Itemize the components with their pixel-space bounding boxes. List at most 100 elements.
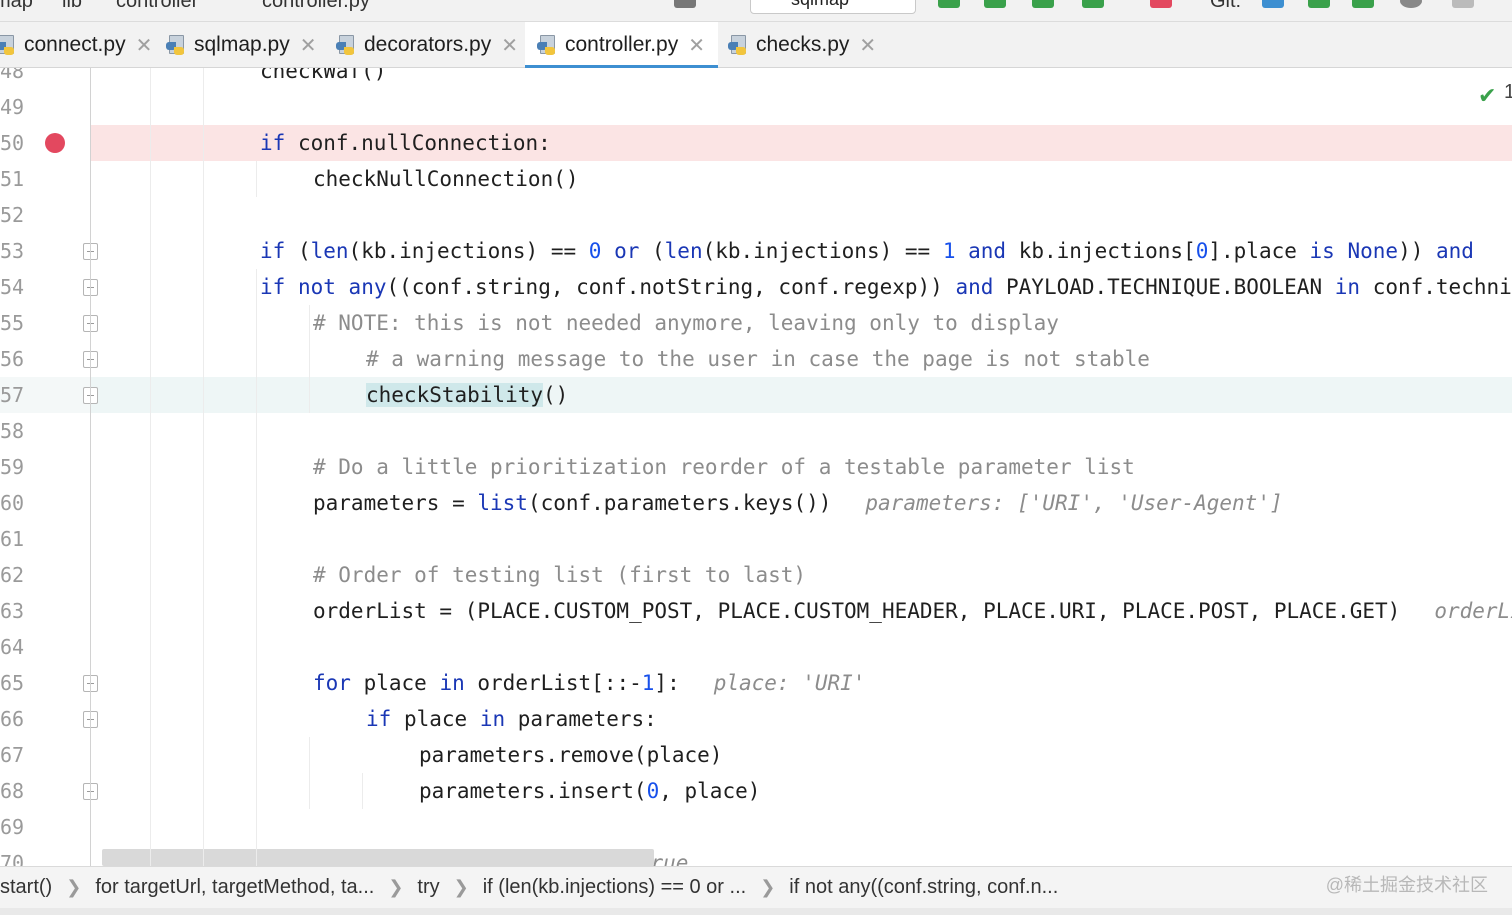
profile-icon[interactable] <box>1082 0 1104 8</box>
line-number: 51 <box>0 167 25 191</box>
tab-checks-py[interactable]: checks.py ✕ <box>728 22 876 68</box>
code-token: parameters: <box>505 707 657 731</box>
code-line[interactable]: 59 # Do a little prioritization reorder o… <box>0 449 1512 485</box>
tab-controller-py[interactable]: controller.py ✕ <box>525 22 718 69</box>
code-token: if <box>366 707 392 731</box>
rollback-icon[interactable] <box>1452 0 1474 8</box>
vcs-label: Git: <box>1210 0 1242 12</box>
hammer-icon[interactable] <box>674 0 696 8</box>
code-line[interactable]: 56 # a warning message to the user in cas… <box>0 341 1512 377</box>
line-number: 67 <box>0 743 25 767</box>
code-line[interactable]: 58 <box>0 413 1512 449</box>
code-token: kb.injections[ <box>1006 239 1196 263</box>
code-token: place <box>391 707 480 731</box>
line-number: 61 <box>0 527 25 551</box>
code-text: if conf.nullConnection: <box>260 125 551 161</box>
code-line[interactable]: 64 <box>0 629 1512 665</box>
code-text: checkWaf() <box>260 68 386 89</box>
code-line[interactable]: 61 <box>0 521 1512 557</box>
nav-crumb-project[interactable]: map <box>0 0 33 13</box>
code-token: ( <box>639 239 665 263</box>
breadcrumb-if-not-any[interactable]: if not any((conf.string, conf.n... <box>789 876 1058 899</box>
nav-crumb-controller[interactable]: controller <box>116 0 198 13</box>
code-line[interactable]: 63 orderList = (PLACE.CUSTOM_POST, PLACE.… <box>0 593 1512 629</box>
code-line[interactable]: 49 <box>0 89 1512 125</box>
close-icon[interactable]: ✕ <box>859 33 876 58</box>
code-line[interactable]: 69 <box>0 809 1512 845</box>
code-line[interactable]: 50 if conf.nullConnection: <box>0 125 1512 161</box>
horizontal-scrollbar[interactable] <box>102 849 654 866</box>
breadcrumb-try[interactable]: try <box>417 876 439 899</box>
code-token: # Do a little prioritization reorder of … <box>313 455 1135 479</box>
code-token: len <box>664 239 703 263</box>
vcs-update-icon[interactable] <box>1262 0 1284 8</box>
line-number: 49 <box>0 95 25 119</box>
close-icon[interactable]: ✕ <box>136 33 153 58</box>
code-text: if place in parameters: <box>366 701 657 737</box>
code-editor[interactable]: 70proceed = Trueproceed: True6968paramet… <box>0 68 1512 866</box>
line-number: 54 <box>0 275 25 299</box>
code-token: is <box>1309 239 1335 263</box>
code-line[interactable]: 51 checkNullConnection() <box>0 161 1512 197</box>
code-token: for <box>313 671 351 695</box>
code-text: parameters.insert(0, place) <box>419 773 760 809</box>
code-line[interactable]: 53 if (len(kb.injections) == 0 or (len(kb… <box>0 233 1512 269</box>
debug-icon[interactable] <box>984 0 1006 8</box>
code-text: parameters = list(conf.parameters.keys()… <box>313 485 1283 521</box>
close-icon[interactable]: ✕ <box>300 33 317 58</box>
tab-decorators-py[interactable]: decorators.py ✕ <box>336 22 518 68</box>
code-token: None <box>1347 239 1399 263</box>
breakpoint-icon[interactable] <box>45 133 65 153</box>
line-number: 66 <box>0 707 25 731</box>
indent-guide <box>362 773 363 809</box>
close-icon[interactable]: ✕ <box>501 33 518 58</box>
tab-connect-py[interactable]: connect.py ✕ <box>0 22 152 68</box>
vcs-commit-icon[interactable] <box>1308 0 1330 8</box>
breadcrumb-if-injections[interactable]: if (len(kb.injections) == 0 or ... <box>483 876 746 899</box>
breadcrumb-for-loop[interactable]: for targetUrl, targetMethod, ta... <box>95 876 374 899</box>
code-token: (conf.parameters.keys()) <box>527 491 832 515</box>
nav-crumb-file[interactable]: controller.py <box>262 0 370 13</box>
breadcrumb-function[interactable]: start() <box>0 876 52 899</box>
code-line[interactable]: 65 for place in orderList[::-1]: place: 'U… <box>0 665 1512 701</box>
code-text: if not any((conf.string, conf.notString,… <box>260 269 1512 305</box>
tab-sqlmap-py[interactable]: sqlmap.py ✕ <box>166 22 316 68</box>
code-line[interactable]: 60 parameters = list(conf.parameters.keys… <box>0 485 1512 521</box>
history-icon[interactable] <box>1400 0 1422 8</box>
line-number: 69 <box>0 815 25 839</box>
code-line[interactable]: 57 checkStability() <box>0 377 1512 413</box>
line-number: 63 <box>0 599 25 623</box>
close-icon[interactable]: ✕ <box>688 33 705 58</box>
code-line[interactable]: 68 parameters.insert(0, place) <box>0 773 1512 809</box>
code-token: parameters.remove(place) <box>419 743 723 767</box>
run-icon[interactable] <box>938 0 960 8</box>
code-token: 0 <box>646 779 660 803</box>
code-line[interactable]: 55 # NOTE: this is not needed anymore, le… <box>0 305 1512 341</box>
code-token: PAYLOAD.TECHNIQUE.BOOLEAN <box>993 275 1335 299</box>
code-text: # Do a little prioritization reorder of … <box>313 449 1135 485</box>
chevron-right-icon: ❯ <box>760 877 776 897</box>
vcs-push-icon[interactable] <box>1352 0 1374 8</box>
code-line[interactable]: 48 checkWaf() <box>0 68 1512 89</box>
code-text: # NOTE: this is not needed anymore, leav… <box>313 305 1059 341</box>
code-token: not <box>297 275 336 299</box>
inspection-ok-icon[interactable]: ✔ <box>1478 83 1496 109</box>
chevron-right-icon: ❯ <box>453 877 469 897</box>
indent-guide <box>150 68 151 866</box>
code-token: and <box>1436 239 1474 263</box>
nav-crumb-lib[interactable]: lib <box>62 0 82 13</box>
code-token[interactable]: checkStability <box>366 383 544 407</box>
main-toolbar: map lib controller controller.py sqlmap … <box>0 0 1512 22</box>
code-line[interactable]: 67 parameters.remove(place) <box>0 737 1512 773</box>
code-token: any <box>348 275 387 299</box>
run-config-dropdown[interactable]: sqlmap <box>750 0 916 14</box>
line-number: 50 <box>0 131 25 155</box>
code-line[interactable]: 54 if not any((conf.string, conf.notStrin… <box>0 269 1512 305</box>
coverage-icon[interactable] <box>1032 0 1054 8</box>
code-line[interactable]: 52 <box>0 197 1512 233</box>
code-line[interactable]: 62 # Order of testing list (first to last… <box>0 557 1512 593</box>
stop-icon[interactable] <box>1150 0 1172 8</box>
code-line[interactable]: 66 if place in parameters: <box>0 701 1512 737</box>
python-file-icon <box>537 34 559 56</box>
